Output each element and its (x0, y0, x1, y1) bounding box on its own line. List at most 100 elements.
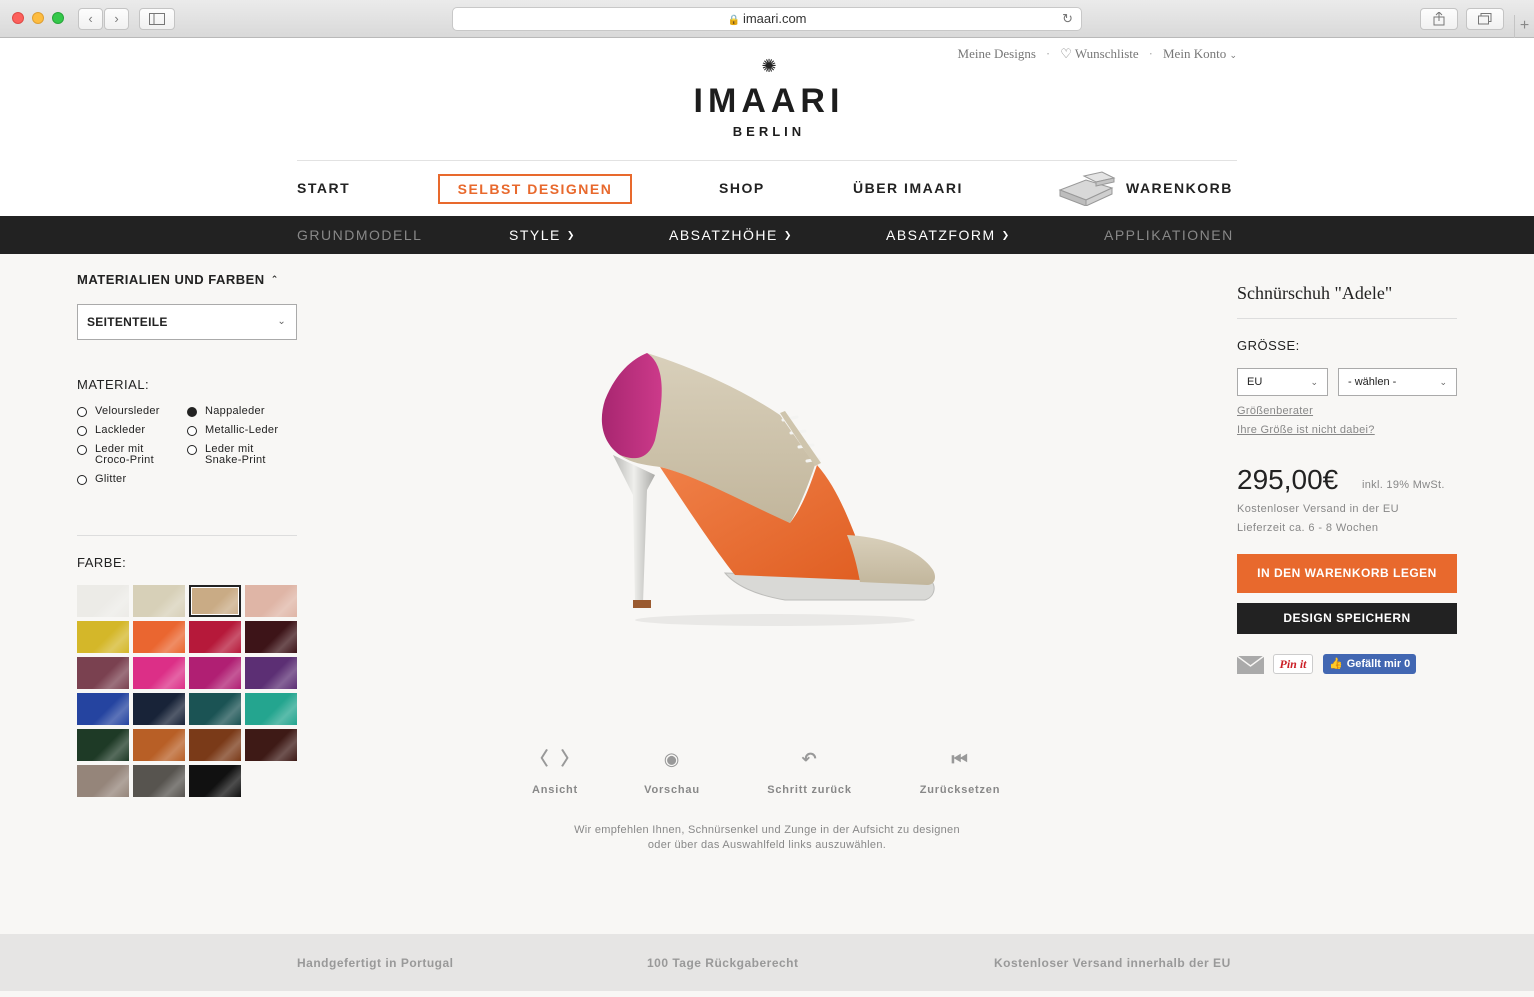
reload-icon[interactable]: ↻ (1062, 8, 1073, 30)
material-option-lackleder[interactable]: Lackleder (77, 425, 177, 436)
radio-icon (77, 407, 87, 417)
size-value-select[interactable]: - wählen - ⌄ (1338, 368, 1457, 396)
color-swatch[interactable] (189, 585, 241, 617)
color-swatch[interactable] (133, 621, 185, 653)
chevron-down-icon: ⌄ (1439, 377, 1447, 387)
subnav-absatzhoehe[interactable]: ABSATZHÖHE ❯ (669, 227, 793, 243)
chevron-up-icon: ⌃ (270, 274, 279, 284)
radio-icon (77, 426, 87, 436)
radio-icon (77, 445, 87, 455)
chevron-left-icon[interactable]: 〈 (530, 749, 549, 769)
nav-ueber-imaari[interactable]: ÜBER IMAARI (853, 180, 963, 196)
share-icon (1433, 11, 1445, 26)
color-swatch[interactable] (77, 585, 129, 617)
subnav-applikationen[interactable]: APPLIKATIONEN (1104, 227, 1234, 243)
nav-selbst-designen[interactable]: SELBST DESIGNEN (438, 174, 632, 204)
color-swatch[interactable] (189, 621, 241, 653)
shoe-preview-image[interactable] (585, 345, 945, 635)
my-designs-link[interactable]: Meine Designs (958, 46, 1036, 62)
color-swatch[interactable] (189, 693, 241, 725)
shoe-part-select[interactable]: SEITENTEILE ⌄ (77, 304, 297, 340)
thumbs-up-icon: 👍 (1329, 658, 1343, 670)
site-logo-subtitle: BERLIN (732, 124, 806, 139)
radio-icon (187, 426, 197, 436)
shoebox-cart-icon[interactable] (1056, 170, 1116, 206)
color-swatch[interactable] (189, 765, 241, 797)
delivery-info: Lieferzeit ca. 6 - 8 Wochen (1237, 522, 1379, 534)
usp-free-shipping: Kostenloser Versand innerhalb der EU (994, 956, 1231, 970)
color-swatch[interactable] (77, 657, 129, 689)
add-to-cart-button[interactable]: IN DEN WARENKORB LEGEN (1237, 554, 1457, 593)
share-button[interactable] (1420, 8, 1458, 30)
size-advisor-link[interactable]: Größenberater (1237, 405, 1313, 417)
color-swatch[interactable] (245, 621, 297, 653)
forward-button[interactable]: › (104, 8, 129, 30)
material-option-nappaleder[interactable]: Nappaleder (187, 406, 287, 417)
color-swatch[interactable] (133, 729, 185, 761)
address-bar[interactable]: 🔒 imaari.com ↻ (452, 7, 1082, 31)
undo-button[interactable]: ↶ Schritt zurück (762, 748, 857, 796)
facebook-like-button[interactable]: 👍 Gefällt mir 0 (1323, 654, 1416, 674)
tabs-overview-button[interactable] (1466, 8, 1504, 30)
shipping-info: Kostenloser Versand in der EU (1237, 503, 1400, 515)
color-swatch[interactable] (245, 585, 297, 617)
color-label: FARBE: (77, 555, 127, 570)
nav-start[interactable]: START (297, 180, 350, 196)
product-title: Schnürschuh "Adele" (1237, 283, 1393, 303)
mail-icon[interactable] (1237, 656, 1264, 674)
color-swatch[interactable] (245, 693, 297, 725)
radio-icon (187, 445, 197, 455)
close-window-button[interactable] (12, 12, 24, 24)
url-text: imaari.com (742, 11, 807, 26)
eye-icon: ◉ (663, 749, 681, 769)
color-swatch[interactable] (245, 729, 297, 761)
color-swatch[interactable] (133, 693, 185, 725)
sidebar-toggle-button[interactable] (139, 8, 175, 30)
chevron-right-icon[interactable]: 〉 (561, 749, 580, 769)
zoom-window-button[interactable] (52, 12, 64, 24)
color-swatch[interactable] (133, 657, 185, 689)
color-swatch[interactable] (77, 765, 129, 797)
skip-back-icon: ⏮ (951, 749, 969, 769)
materials-section-toggle[interactable]: MATERIALIEN UND FARBEN ⌃ (77, 272, 279, 287)
material-option-veloursleder[interactable]: Veloursleder (77, 406, 177, 417)
chevron-down-icon: ❯ (566, 230, 576, 240)
color-swatch[interactable] (133, 765, 185, 797)
back-button[interactable]: ‹ (78, 8, 103, 30)
heart-icon: ♡ (1060, 46, 1072, 61)
new-tab-button[interactable]: + (1514, 15, 1534, 38)
view-control[interactable]: 〈 〉 Ansicht (525, 748, 585, 796)
nav-warenkorb[interactable]: WARENKORB (1126, 180, 1233, 196)
reset-button[interactable]: ⏮ Zurücksetzen (914, 748, 1006, 796)
pinterest-button[interactable]: Pin it (1273, 654, 1313, 674)
wishlist-link[interactable]: ♡ Wunschliste (1060, 46, 1138, 62)
color-swatch[interactable] (77, 621, 129, 653)
subnav-style[interactable]: STYLE ❯ (509, 227, 576, 243)
color-swatch[interactable] (133, 585, 185, 617)
subnav-absatzform[interactable]: ABSATZFORM ❯ (886, 227, 1011, 243)
minimize-window-button[interactable] (32, 12, 44, 24)
site-logo[interactable]: IMAARI (667, 82, 871, 121)
size-system-select[interactable]: EU ⌄ (1237, 368, 1328, 396)
color-swatch[interactable] (245, 657, 297, 689)
material-option-croco-print[interactable]: Leder mit Croco-Print (77, 444, 157, 466)
material-option-snake-print[interactable]: Leder mit Snake-Print (187, 444, 267, 466)
site-header: Meine Designs · ♡ Wunschliste · Mein Kon… (0, 38, 1534, 216)
material-option-metallic-leder[interactable]: Metallic-Leder (187, 425, 287, 436)
my-account-link[interactable]: Mein Konto ⌄ (1163, 46, 1237, 62)
color-swatch[interactable] (189, 657, 241, 689)
save-design-button[interactable]: DESIGN SPEICHERN (1237, 603, 1457, 634)
color-swatch[interactable] (189, 729, 241, 761)
color-swatch[interactable] (77, 729, 129, 761)
nav-shop[interactable]: SHOP (719, 180, 765, 196)
sidebar-icon (149, 13, 165, 25)
preview-button[interactable]: ◉ Vorschau (640, 748, 704, 796)
usp-handmade: Handgefertigt in Portugal (297, 956, 454, 970)
plus-icon: + (1519, 17, 1530, 34)
undo-arrow-icon: ↶ (801, 749, 818, 769)
material-option-glitter[interactable]: Glitter (77, 474, 177, 485)
usp-return-policy: 100 Tage Rückgaberecht (647, 956, 799, 970)
color-swatch[interactable] (77, 693, 129, 725)
size-missing-link[interactable]: Ihre Größe ist nicht dabei? (1237, 424, 1375, 436)
subnav-grundmodell[interactable]: GRUNDMODELL (297, 227, 422, 243)
